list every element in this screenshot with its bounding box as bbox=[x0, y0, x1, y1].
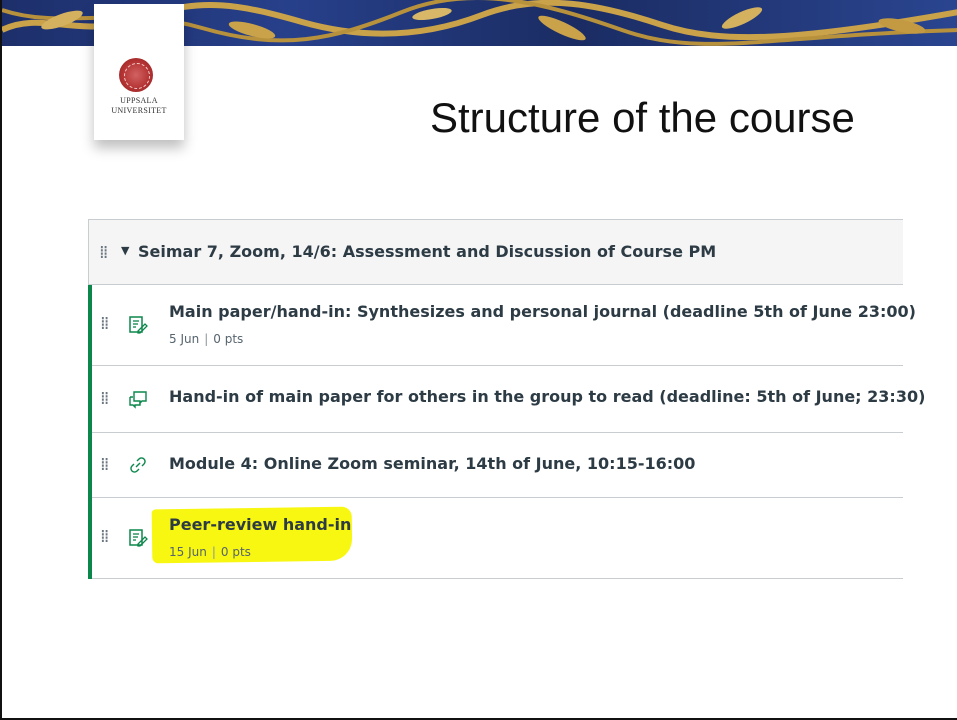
discussion-icon bbox=[129, 391, 147, 409]
meta-separator: | bbox=[211, 545, 216, 559]
assignment-icon bbox=[129, 529, 148, 547]
module-item-hand-in-main-paper[interactable]: ⁞⁞ Hand-in of main paper for others in t… bbox=[92, 366, 925, 433]
item-title[interactable]: Hand-in of main paper for others in the … bbox=[169, 387, 925, 406]
drag-handle-icon[interactable]: ⁞⁞ bbox=[100, 315, 110, 333]
assignment-icon bbox=[129, 316, 148, 334]
drag-handle-icon[interactable]: ⁞⁞ bbox=[100, 390, 110, 408]
module-title[interactable]: Seimar 7, Zoom, 14/6: Assessment and Dis… bbox=[138, 242, 716, 261]
meta-separator: | bbox=[204, 332, 209, 346]
module-card: ⁞⁞ ▼ Seimar 7, Zoom, 14/6: Assessment an… bbox=[88, 219, 925, 579]
university-seal-icon bbox=[119, 58, 153, 92]
item-meta: 15 Jun | 0 pts bbox=[169, 545, 251, 559]
item-points: 0 pts bbox=[213, 332, 244, 346]
item-due-date: 5 Jun bbox=[169, 332, 200, 346]
caret-down-icon[interactable]: ▼ bbox=[121, 244, 129, 257]
module-items: ⁞⁞ Main paper/hand-in: Synthesizes and p… bbox=[88, 285, 925, 579]
slide-title: Structure of the course bbox=[430, 94, 855, 141]
slide: UPPSALA UNIVERSITET Structure of the cou… bbox=[0, 0, 957, 720]
item-title[interactable]: Module 4: Online Zoom seminar, 14th of J… bbox=[169, 454, 695, 473]
item-title[interactable]: Main paper/hand-in: Synthesizes and pers… bbox=[169, 302, 916, 321]
item-due-date: 15 Jun bbox=[169, 545, 207, 559]
module-item-zoom-seminar[interactable]: ⁞⁞ Module 4: Online Zoom seminar, 14th o… bbox=[92, 433, 903, 498]
item-points: 0 pts bbox=[220, 545, 251, 559]
item-title[interactable]: Peer-review hand-in bbox=[169, 515, 351, 534]
drag-handle-icon[interactable]: ⁞⁞ bbox=[99, 244, 109, 262]
university-name: UPPSALA UNIVERSITET bbox=[111, 96, 167, 115]
module-header[interactable]: ⁞⁞ ▼ Seimar 7, Zoom, 14/6: Assessment an… bbox=[88, 219, 903, 285]
module-item-peer-review[interactable]: ⁞⁞ Peer-review hand-in 15 Jun | 0 pts bbox=[92, 498, 903, 579]
module-item-main-paper[interactable]: ⁞⁞ Main paper/hand-in: Synthesizes and p… bbox=[92, 285, 916, 366]
drag-handle-icon[interactable]: ⁞⁞ bbox=[100, 528, 110, 546]
drag-handle-icon[interactable]: ⁞⁞ bbox=[100, 456, 110, 474]
link-icon bbox=[130, 457, 146, 473]
item-meta: 5 Jun | 0 pts bbox=[169, 332, 243, 346]
university-logo: UPPSALA UNIVERSITET bbox=[94, 4, 184, 140]
